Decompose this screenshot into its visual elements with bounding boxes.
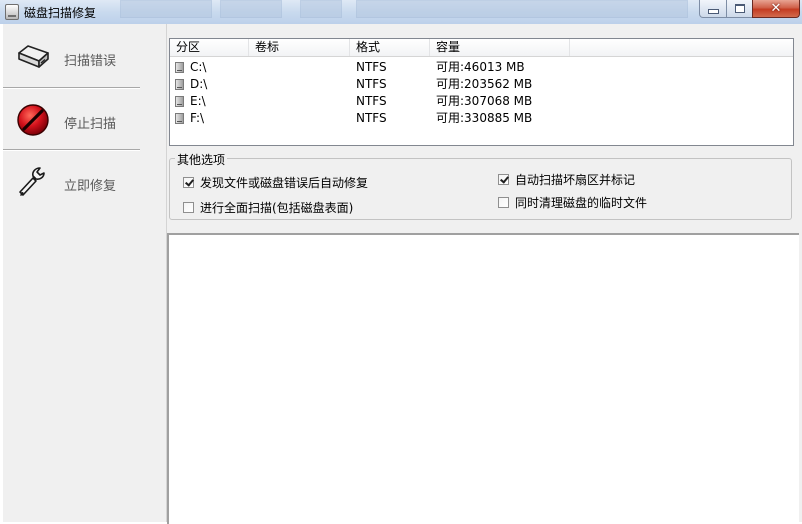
column-header-capacity[interactable]: 容量	[430, 39, 570, 56]
sidebar-item-repair-now[interactable]: 立即修复	[3, 151, 140, 211]
background-window-ghost	[220, 0, 282, 18]
options-group-title: 其他选项	[175, 151, 228, 168]
disk-icon	[18, 45, 49, 68]
drive-cell: D:\	[190, 77, 208, 91]
sidebar-item-label: 立即修复	[64, 179, 117, 194]
background-window-ghost	[120, 0, 212, 18]
scan-output-panel[interactable]	[167, 233, 799, 524]
stop-icon	[17, 104, 49, 136]
partition-list[interactable]: 分区 卷标 格式 容量 C:\ NTFS 可用:46013 MB D:\ NTF…	[169, 38, 794, 146]
sidebar: 扫描错误 停止扫描 立即修复	[3, 24, 167, 522]
table-row[interactable]: E:\ NTFS 可用:307068 MB	[170, 93, 793, 110]
format-cell: NTFS	[356, 77, 387, 91]
capacity-cell: 可用:330885 MB	[436, 111, 533, 125]
table-row[interactable]: D:\ NTFS 可用:203562 MB	[170, 76, 793, 93]
capacity-cell: 可用:46013 MB	[436, 60, 525, 74]
option-label: 同时清理磁盘的临时文件	[515, 196, 648, 210]
format-cell: NTFS	[356, 60, 387, 74]
background-window-ghost	[356, 0, 688, 18]
option-full-scan[interactable]: 进行全面扫描(包括磁盘表面)	[183, 199, 353, 216]
option-label: 进行全面扫描(包括磁盘表面)	[200, 201, 354, 215]
background-window-ghost	[300, 0, 342, 18]
drive-icon	[175, 79, 184, 90]
maximize-button[interactable]	[726, 0, 753, 18]
option-label: 发现文件或磁盘错误后自动修复	[200, 176, 369, 190]
full-scan-checkbox[interactable]	[183, 202, 194, 213]
sidebar-item-label: 扫描错误	[64, 54, 117, 69]
partition-list-header: 分区 卷标 格式 容量	[170, 39, 793, 57]
capacity-cell: 可用:203562 MB	[436, 77, 533, 91]
close-button[interactable]: ✕	[752, 0, 800, 18]
mark-bad-sectors-checkbox[interactable]	[498, 174, 509, 185]
option-mark-bad-sectors[interactable]: 自动扫描坏扇区并标记	[498, 171, 635, 188]
window-title: 磁盘扫描修复	[24, 6, 97, 20]
drive-icon	[175, 113, 184, 124]
drive-icon	[175, 96, 184, 107]
format-cell: NTFS	[356, 94, 387, 108]
minimize-button[interactable]	[699, 0, 727, 18]
table-row[interactable]: F:\ NTFS 可用:330885 MB	[170, 110, 793, 127]
minimize-icon	[707, 9, 719, 14]
table-row[interactable]: C:\ NTFS 可用:46013 MB	[170, 59, 793, 76]
app-disk-icon	[5, 4, 19, 20]
auto-repair-checkbox[interactable]	[183, 177, 194, 188]
maximize-icon	[734, 4, 745, 13]
format-cell: NTFS	[356, 111, 387, 125]
column-header-partition[interactable]: 分区	[170, 39, 249, 56]
option-label: 自动扫描坏扇区并标记	[515, 173, 636, 187]
clean-temp-files-checkbox[interactable]	[498, 197, 509, 208]
sidebar-item-label: 停止扫描	[64, 117, 117, 132]
drive-cell: E:\	[190, 94, 206, 108]
sidebar-item-stop-scan[interactable]: 停止扫描	[3, 89, 140, 149]
sidebar-item-scan-errors[interactable]: 扫描错误	[3, 26, 140, 86]
option-clean-temp-files[interactable]: 同时清理磁盘的临时文件	[498, 194, 647, 211]
column-header-format[interactable]: 格式	[350, 39, 430, 56]
drive-cell: C:\	[190, 60, 207, 74]
option-auto-repair[interactable]: 发现文件或磁盘错误后自动修复	[183, 174, 368, 191]
close-icon: ✕	[770, 1, 782, 16]
drive-cell: F:\	[190, 111, 205, 125]
drive-icon	[175, 62, 184, 73]
wrench-icon	[19, 167, 45, 196]
title-bar[interactable]: 磁盘扫描修复 ✕	[0, 0, 802, 24]
column-header-volume-label[interactable]: 卷标	[249, 39, 350, 56]
capacity-cell: 可用:307068 MB	[436, 94, 533, 108]
